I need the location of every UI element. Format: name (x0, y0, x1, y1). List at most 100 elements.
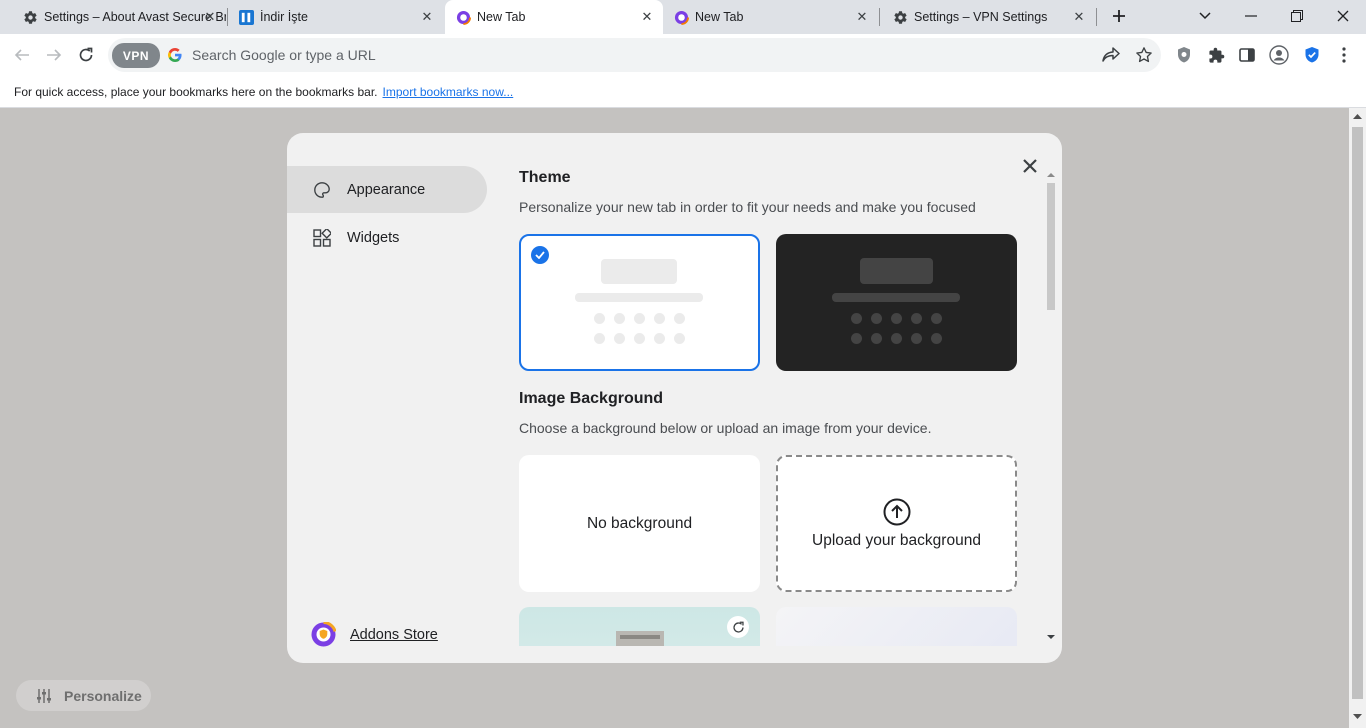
upload-background-label: Upload your background (812, 531, 981, 549)
background-thumbnail[interactable] (776, 607, 1017, 646)
preview-dot (654, 333, 665, 344)
close-tab-icon[interactable]: ✕ (202, 9, 218, 25)
tab-indir[interactable]: İndir İşte ✕ (228, 0, 443, 34)
close-icon (1337, 10, 1349, 22)
tab-strip: Settings – About Avast Secure Browser ✕ … (0, 0, 1366, 34)
preview-dot (674, 313, 685, 324)
personalize-panel: Appearance Widgets Theme Personalize you… (287, 133, 1062, 663)
forward-button[interactable] (38, 39, 70, 71)
minimize-icon (1245, 15, 1257, 17)
theme-description: Personalize your new tab in order to fit… (519, 199, 976, 215)
avast-browser-icon (311, 622, 336, 647)
side-panel-button[interactable] (1232, 40, 1262, 70)
nav-widgets-label: Widgets (347, 229, 400, 246)
image-background-heading: Image Background (519, 390, 664, 407)
tab-title: New Tab (695, 10, 744, 24)
tab-settings-vpn[interactable]: Settings – VPN Settings ✕ (880, 0, 1095, 34)
panel-scrollbar-thumb[interactable] (1047, 183, 1055, 310)
avast-shield-button[interactable] (1297, 40, 1327, 70)
reload-icon (79, 47, 93, 62)
nav-appearance[interactable]: Appearance (287, 166, 487, 213)
omnibox-input[interactable] (192, 45, 1072, 65)
nav-appearance-label: Appearance (347, 181, 426, 198)
preview-logo-placeholder (601, 259, 677, 284)
tab-separator (1096, 8, 1097, 26)
back-button[interactable] (6, 39, 38, 71)
star-icon (1136, 47, 1152, 63)
browser-toolbar: VPN (0, 34, 1366, 77)
image-background-description: Choose a background below or upload an i… (519, 420, 932, 436)
theme-heading: Theme (519, 169, 571, 186)
security-extension-button[interactable] (1169, 40, 1199, 70)
panel-scrollbar[interactable] (1045, 172, 1057, 650)
widgets-grid-icon (312, 228, 332, 248)
preview-logo-placeholder (860, 258, 933, 284)
tab-new-tab[interactable]: New Tab ✕ (663, 0, 878, 34)
tab-new-tab-active[interactable]: New Tab ✕ (445, 0, 663, 34)
page-scrollbar-thumb[interactable] (1352, 127, 1363, 699)
theme-light-card[interactable] (519, 234, 760, 371)
chevron-down-icon (1199, 12, 1211, 20)
minimize-button[interactable] (1228, 0, 1274, 32)
preview-dot (931, 313, 942, 324)
avatar-icon (1269, 45, 1289, 65)
personalize-label: Personalize (64, 687, 142, 704)
upload-background-option[interactable]: Upload your background (776, 455, 1017, 592)
refresh-background-button[interactable] (727, 616, 749, 638)
preview-dot (911, 313, 922, 324)
shield-outline-icon (1178, 47, 1190, 63)
personalize-button[interactable]: Personalize (16, 680, 151, 711)
preview-search-placeholder (575, 293, 703, 302)
profile-button[interactable] (1264, 40, 1294, 70)
tab-settings-about[interactable]: Settings – About Avast Secure Browser ✕ (0, 0, 226, 34)
check-shield-icon (1305, 47, 1319, 63)
bookmark-star-button[interactable] (1129, 40, 1159, 70)
palette-icon (312, 180, 332, 200)
preview-dot (871, 333, 882, 344)
page-scrollbar[interactable] (1349, 108, 1366, 728)
gear-icon (22, 9, 38, 25)
upload-arrow-icon (883, 498, 910, 525)
puzzle-icon (1208, 47, 1224, 63)
arrow-right-icon (47, 49, 62, 61)
preview-search-placeholder (832, 293, 960, 302)
theme-dark-card[interactable] (776, 234, 1017, 371)
close-tab-icon[interactable]: ✕ (639, 9, 655, 25)
preview-dot (594, 333, 605, 344)
menu-button[interactable] (1329, 40, 1359, 70)
appearance-content: Theme Personalize your new tab in order … (519, 133, 1047, 646)
import-bookmarks-link[interactable]: Import bookmarks now... (383, 85, 514, 99)
kebab-menu-icon (1342, 47, 1346, 63)
new-tab-button[interactable] (1104, 0, 1134, 32)
background-thumbnail[interactable] (519, 607, 760, 646)
preview-dot (614, 313, 625, 324)
addons-store-link[interactable]: Addons Store (311, 622, 438, 647)
close-tab-icon[interactable]: ✕ (854, 9, 870, 25)
tab-title: Settings – About Avast Secure Browser (44, 10, 226, 24)
preview-dot (891, 333, 902, 344)
preview-dot (851, 313, 862, 324)
close-tab-icon[interactable]: ✕ (419, 9, 435, 25)
restore-button[interactable] (1274, 0, 1320, 32)
scroll-up-icon (1047, 173, 1055, 177)
preview-dot (851, 333, 862, 344)
reload-button[interactable] (70, 39, 102, 71)
no-background-label: No background (586, 514, 693, 532)
no-background-option[interactable]: No background (519, 455, 760, 592)
share-button[interactable] (1096, 40, 1126, 70)
building-image-detail (620, 635, 660, 639)
preview-dot (891, 313, 902, 324)
omnibox[interactable]: VPN (108, 38, 1161, 72)
arrow-left-icon (14, 49, 29, 61)
close-window-button[interactable] (1320, 0, 1366, 32)
avast-browser-icon (673, 9, 689, 25)
nav-widgets[interactable]: Widgets (287, 214, 487, 261)
close-tab-icon[interactable]: ✕ (1071, 9, 1087, 25)
refresh-icon (732, 621, 744, 633)
vpn-badge[interactable]: VPN (112, 43, 160, 68)
plus-icon (1113, 10, 1125, 22)
extensions-button[interactable] (1201, 40, 1231, 70)
preview-dot (911, 333, 922, 344)
preview-dot (634, 333, 645, 344)
tab-search-button[interactable] (1182, 0, 1228, 32)
